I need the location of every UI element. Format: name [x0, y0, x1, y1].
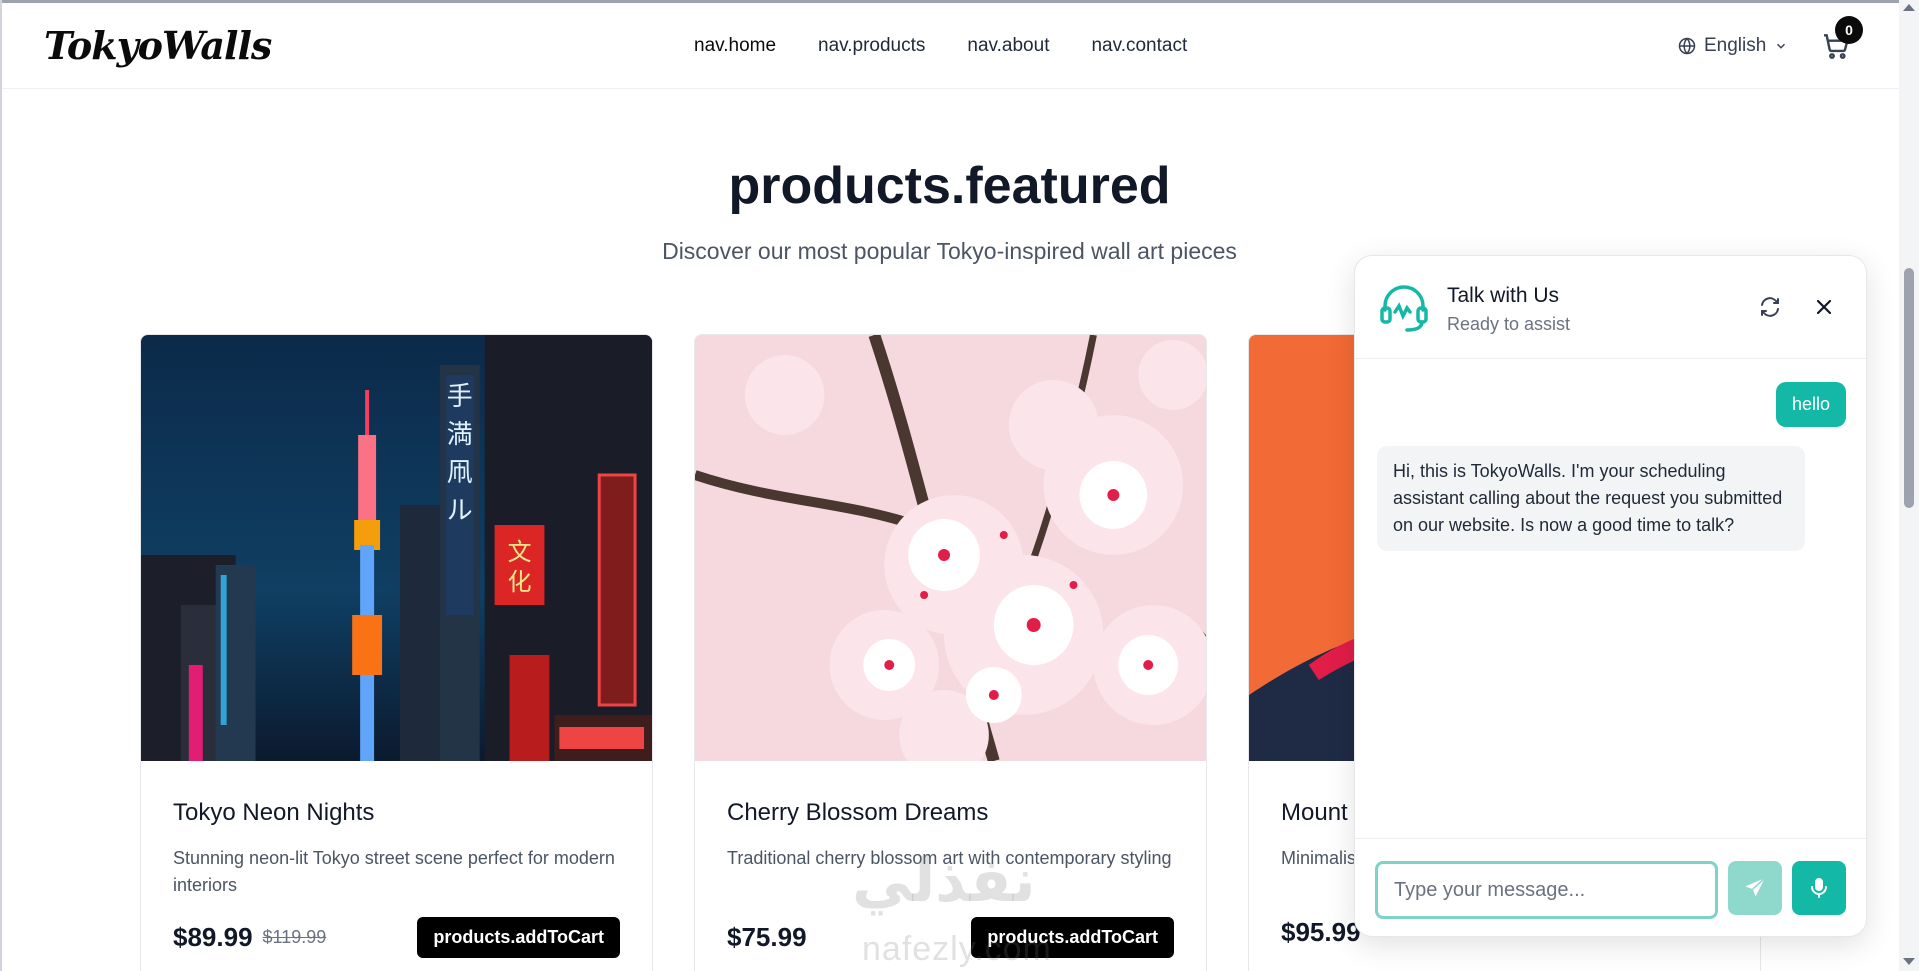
microphone-icon [1811, 878, 1827, 898]
site-logo[interactable]: TokyoWalls [44, 23, 272, 68]
page-scrollbar[interactable] [1899, 0, 1919, 971]
product-image-cherry-blossom [695, 335, 1206, 761]
nav-products-link[interactable]: nav.products [818, 35, 925, 57]
scrollbar-thumb[interactable] [1904, 268, 1914, 508]
product-price-row: $89.99 $119.99 products.addToCart [173, 917, 620, 958]
chat-header: Talk with Us Ready to assist [1355, 256, 1866, 359]
user-message: hello [1775, 382, 1846, 427]
product-description: Stunning neon-lit Tokyo street scene per… [173, 848, 615, 895]
add-to-cart-button[interactable]: products.addToCart [417, 917, 620, 958]
send-button[interactable] [1728, 861, 1782, 915]
chat-message-input[interactable] [1375, 861, 1718, 919]
product-card-tokyo-neon[interactable]: 手 満 凧 ル 文 化 Tokyo Neon Nights Stunning n… [140, 334, 653, 971]
svg-text:凧: 凧 [447, 458, 473, 488]
main-nav: nav.home nav.products nav.about nav.cont… [694, 35, 1187, 57]
scroll-down-arrow[interactable] [1903, 958, 1915, 965]
globe-icon [1678, 37, 1696, 55]
chevron-down-icon [1777, 43, 1786, 49]
scroll-up-arrow[interactable] [1903, 4, 1915, 11]
cart-count-badge: 0 [1835, 16, 1863, 44]
product-name: Tokyo Neon Nights [173, 799, 375, 826]
product-name: Cherry Blossom Dreams [727, 799, 989, 826]
chat-widget: Talk with Us Ready to assist hello Hi, t… [1354, 255, 1867, 937]
microphone-button[interactable] [1792, 861, 1846, 915]
headset-icon [1380, 285, 1428, 332]
nav-contact-link[interactable]: nav.contact [1091, 35, 1187, 57]
language-selector[interactable]: English [1678, 35, 1788, 57]
bot-message: Hi, this is TokyoWalls. I'm your schedul… [1377, 446, 1805, 551]
send-icon [1745, 877, 1766, 897]
svg-text:ル: ル [447, 496, 473, 526]
chat-footer [1355, 838, 1866, 936]
watermark-arabic: نفذلي [852, 846, 1036, 916]
site-header: TokyoWalls nav.home nav.products nav.abo… [2, 3, 1899, 89]
refresh-icon[interactable] [1758, 295, 1782, 319]
svg-text:手: 手 [447, 382, 473, 412]
chat-title: Talk with Us [1447, 284, 1560, 307]
product-old-price: $119.99 [262, 927, 327, 947]
nav-home-link[interactable]: nav.home [694, 35, 776, 57]
chat-status: Ready to assist [1447, 314, 1571, 334]
product-price: $75.99 [727, 922, 807, 952]
svg-text:化: 化 [508, 568, 532, 596]
svg-text:満: 満 [447, 420, 473, 450]
product-card-body: Tokyo Neon Nights Stunning neon-lit Toky… [173, 799, 620, 899]
section-title: products.featured [728, 157, 1171, 215]
product-price: $95.99 [1281, 917, 1361, 947]
language-label: English [1704, 35, 1767, 56]
product-price: $89.99 [173, 922, 253, 952]
svg-text:文: 文 [508, 538, 532, 566]
nav-about-link[interactable]: nav.about [967, 35, 1049, 57]
watermark-latin: nafezly.com [862, 930, 1052, 968]
product-image-neon-street: 手 満 凧 ル 文 化 [141, 335, 652, 761]
window-left-border [0, 0, 2, 971]
close-icon[interactable] [1812, 295, 1836, 319]
chat-messages[interactable]: hello Hi, this is TokyoWalls. I'm your s… [1355, 360, 1866, 842]
